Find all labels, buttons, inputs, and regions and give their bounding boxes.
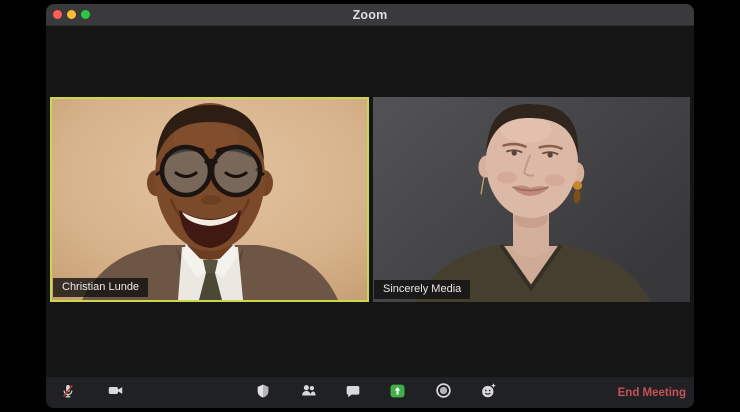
chat-button[interactable]	[339, 378, 367, 406]
reactions-icon	[480, 382, 497, 402]
participant-name-label: Christian Lunde	[53, 278, 149, 297]
microphone-muted-icon	[60, 383, 76, 402]
video-grid: Christian Lunde Sincerely Media	[50, 97, 690, 302]
titlebar[interactable]	[46, 4, 694, 26]
participants-icon	[300, 382, 317, 402]
screen: Zoom Christian Lunde Sincerely Media End…	[0, 0, 740, 412]
mute-button[interactable]	[54, 378, 82, 406]
participant-video-sincerely-media	[373, 97, 690, 302]
record-icon	[435, 382, 452, 402]
share-screen-button[interactable]	[383, 378, 411, 406]
record-button[interactable]	[429, 378, 457, 406]
video-tile-christian-lunde[interactable]: Christian Lunde	[50, 97, 369, 302]
participant-name-label: Sincerely Media	[374, 280, 471, 299]
zoom-window: Zoom Christian Lunde Sincerely Media End…	[46, 4, 694, 408]
close-button[interactable]	[53, 10, 62, 19]
meeting-toolbar: End Meeting	[46, 377, 694, 408]
video-tile-sincerely-media[interactable]: Sincerely Media	[373, 97, 690, 302]
reactions-button[interactable]	[474, 378, 502, 406]
participant-video-christian-lunde	[52, 99, 367, 300]
chat-icon	[345, 383, 361, 402]
fullscreen-button[interactable]	[81, 10, 90, 19]
security-shield-icon	[255, 383, 271, 402]
video-camera-icon	[107, 382, 124, 402]
minimize-button[interactable]	[67, 10, 76, 19]
security-button[interactable]	[249, 378, 277, 406]
end-meeting-button[interactable]: End Meeting	[618, 377, 686, 408]
participants-button[interactable]	[294, 378, 322, 406]
share-screen-icon	[389, 383, 406, 402]
start-video-button[interactable]	[101, 378, 129, 406]
